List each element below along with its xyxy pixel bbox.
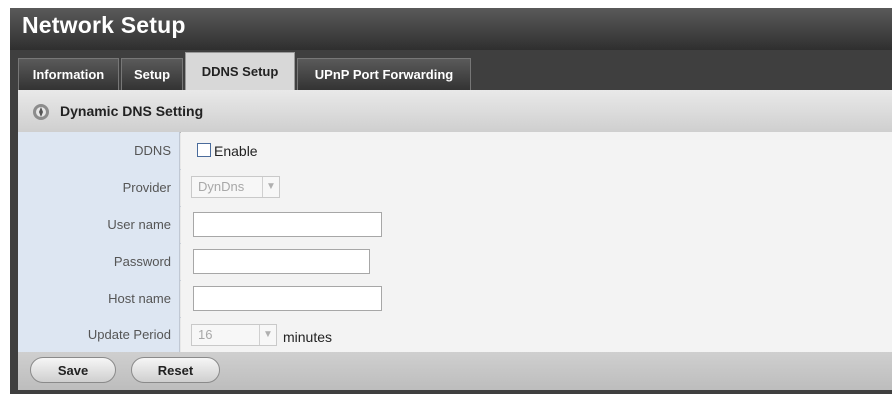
provider-select[interactable]: DynDns ▼ (191, 176, 280, 198)
username-label: User name (18, 206, 180, 243)
update-period-select[interactable]: 16 ▼ (191, 324, 277, 346)
save-button[interactable]: Save (30, 357, 116, 383)
hostname-row: Host name (18, 280, 892, 318)
tab-ddns-setup[interactable]: DDNS Setup (185, 52, 295, 90)
hostname-label: Host name (18, 280, 180, 317)
ddns-label: DDNS (18, 132, 180, 169)
provider-select-value: DynDns (198, 179, 245, 194)
update-period-unit: minutes (283, 329, 333, 345)
section-header: Dynamic DNS Setting (18, 90, 892, 133)
chevron-down-icon: ▼ (262, 177, 279, 197)
section-title: Dynamic DNS Setting (60, 103, 204, 119)
username-row: User name (18, 206, 892, 244)
password-label: Password (18, 243, 180, 280)
username-cell (181, 206, 892, 243)
page-title: Network Setup (22, 12, 186, 38)
tab-information[interactable]: Information (18, 58, 119, 90)
button-bar: Save Reset (18, 352, 892, 390)
provider-row: Provider DynDns ▼ (18, 169, 892, 207)
hostname-input[interactable] (193, 286, 382, 311)
update-period-select-value: 16 (198, 327, 213, 342)
password-input[interactable] (193, 249, 370, 274)
update-period-row: Update Period 16 ▼ minutes (18, 317, 892, 353)
ddns-row: DDNS Enable (18, 132, 892, 170)
username-input[interactable] (193, 212, 382, 237)
password-cell (181, 243, 892, 280)
hostname-cell (181, 280, 892, 317)
tab-setup[interactable]: Setup (121, 58, 183, 90)
tab-bar: Information Setup DDNS Setup UPnP Port F… (18, 52, 892, 90)
ddns-panel: Dynamic DNS Setting DDNS Enable Provider… (18, 90, 892, 390)
update-period-label: Update Period (18, 317, 180, 352)
update-period-cell: 16 ▼ minutes (181, 317, 892, 352)
ddns-cell: Enable (181, 132, 892, 169)
ddns-enable-label[interactable]: Enable (214, 143, 258, 159)
password-row: Password (18, 243, 892, 281)
ddns-enable-checkbox[interactable] (197, 143, 211, 157)
tab-upnp-port-forwarding[interactable]: UPnP Port Forwarding (297, 58, 471, 90)
provider-cell: DynDns ▼ (181, 169, 892, 206)
gear-icon (32, 103, 50, 121)
provider-label: Provider (18, 169, 180, 206)
chevron-down-icon: ▼ (259, 325, 276, 345)
reset-button[interactable]: Reset (131, 357, 220, 383)
